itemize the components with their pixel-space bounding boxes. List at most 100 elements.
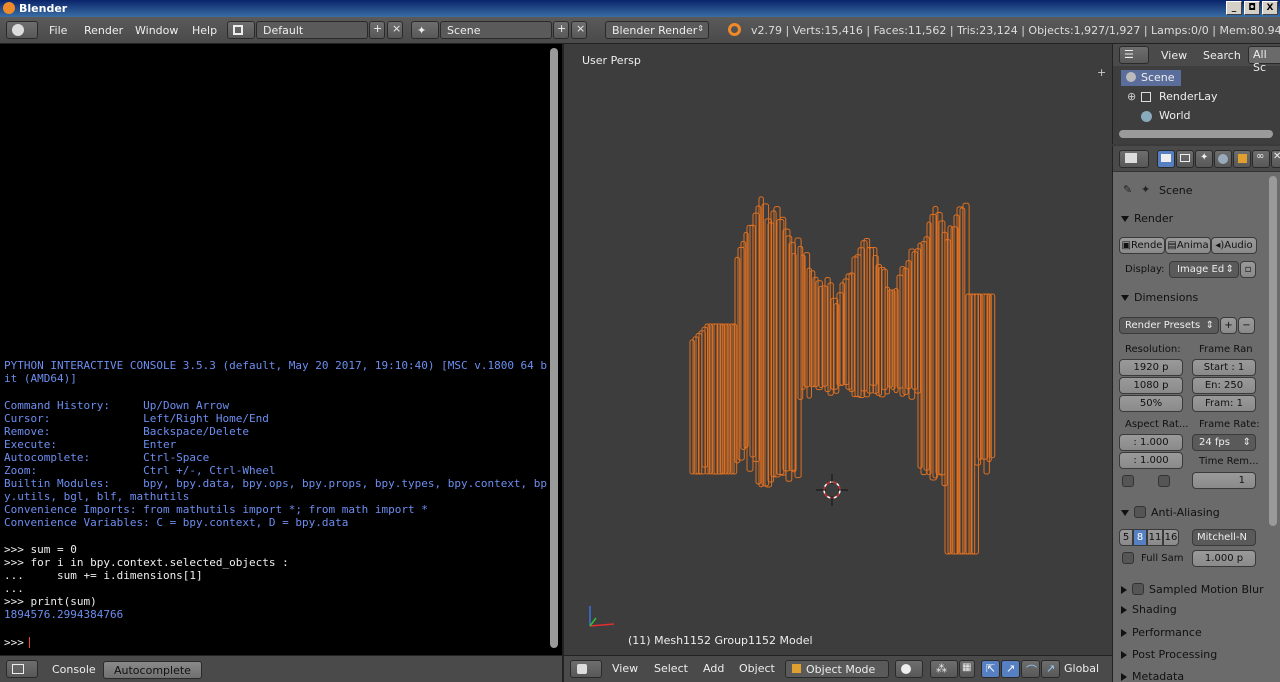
cube-icon <box>1238 154 1247 163</box>
display-mode-select[interactable]: All Sc <box>1248 46 1280 74</box>
aa-samples-5[interactable]: 5 <box>1119 529 1133 546</box>
outliner-menu-search[interactable]: Search <box>1203 49 1241 62</box>
render-presets-select[interactable]: Render Presets ⇕ <box>1119 317 1219 334</box>
tab-modifiers[interactable]: ✕ <box>1271 150 1280 168</box>
mode-select[interactable]: Object Mode <box>785 660 889 678</box>
scene-icon: ✦ <box>1141 183 1151 196</box>
frame-end-field[interactable]: En: 250 <box>1192 377 1256 394</box>
add-preset-button[interactable]: + <box>1220 317 1237 334</box>
lock-display-button[interactable]: ▫ <box>1240 261 1256 278</box>
frame-step-field[interactable]: Fram: 1 <box>1192 395 1256 412</box>
panel-metadata-header[interactable]: Metadata <box>1113 666 1263 682</box>
manipulator-toggle[interactable]: ▦ <box>959 660 975 678</box>
tab-console[interactable]: Console <box>42 661 106 679</box>
remove-preset-button[interactable]: − <box>1238 317 1255 334</box>
editor-type-info-button[interactable] <box>6 21 38 39</box>
aspect-x-field[interactable]: : 1.000 <box>1119 434 1183 451</box>
tab-autocomplete[interactable]: Autocomplete <box>103 661 202 679</box>
scene-field[interactable]: Scene <box>440 21 552 39</box>
time-remap-field[interactable]: 1 <box>1192 472 1256 489</box>
menu-file[interactable]: File <box>49 24 67 37</box>
tab-object[interactable] <box>1233 150 1251 168</box>
menu-select[interactable]: Select <box>654 662 688 675</box>
resolution-percent-field[interactable]: 50% <box>1119 395 1183 412</box>
menu-render[interactable]: Render <box>84 24 123 37</box>
render-button[interactable]: ▣Rende <box>1119 237 1165 254</box>
tab-world[interactable] <box>1214 150 1232 168</box>
frame-start-field[interactable]: Start : 1 <box>1192 359 1256 376</box>
display-select[interactable]: Image Ed ⇕ <box>1169 261 1239 278</box>
audio-button[interactable]: ◂)Audio <box>1211 237 1257 254</box>
panel-render-header[interactable]: Render <box>1113 208 1263 230</box>
resolution-x-field[interactable]: 1920 p <box>1119 359 1183 376</box>
solid-sphere-icon <box>901 664 911 674</box>
add-layout-button[interactable]: + <box>369 21 385 39</box>
menu-help[interactable]: Help <box>192 24 217 37</box>
panel-dimensions-header[interactable]: Dimensions <box>1113 287 1263 309</box>
properties-scrollbar[interactable] <box>1269 176 1277 526</box>
rotate-arc-toggle[interactable]: ⌒ <box>1021 660 1040 678</box>
menu-view[interactable]: View <box>612 662 638 675</box>
aspect-y-field[interactable]: : 1.000 <box>1119 452 1183 469</box>
aa-samples-16[interactable]: 16 <box>1163 529 1179 546</box>
aa-samples-8[interactable]: 8 <box>1133 529 1147 546</box>
panel-post-processing-header[interactable]: Post Processing <box>1113 644 1263 666</box>
console-footer: Console Autocomplete <box>0 655 562 682</box>
minimize-button[interactable]: _ <box>1226 1 1242 15</box>
aa-filter-select[interactable]: Mitchell-N <box>1192 529 1256 546</box>
full-sample-checkbox[interactable] <box>1122 552 1134 564</box>
panel-motion-blur-header[interactable]: Sampled Motion Blur <box>1113 577 1280 599</box>
resolution-y-field[interactable]: 1080 p <box>1119 377 1183 394</box>
animation-button[interactable]: ▤Anima <box>1165 237 1211 254</box>
shading-select[interactable] <box>895 660 923 678</box>
editor-type-properties-button[interactable] <box>1119 150 1149 168</box>
aa-samples-11[interactable]: 11 <box>1147 529 1163 546</box>
screen-layout-icon-button[interactable] <box>227 21 255 39</box>
python-console[interactable]: PYTHON INTERACTIVE CONSOLE 3.5.3 (defaul… <box>0 44 562 655</box>
editor-type-console-button[interactable] <box>6 660 38 678</box>
console-prompt[interactable]: >>> <box>4 636 31 649</box>
anti-aliasing-checkbox[interactable] <box>1134 506 1146 518</box>
remove-scene-button[interactable]: × <box>571 21 587 39</box>
tab-constraints[interactable]: ∞ <box>1252 150 1270 168</box>
rotate-toggle[interactable]: ↗ <box>1001 660 1020 678</box>
panel-shading-header[interactable]: Shading <box>1113 599 1263 621</box>
pin-icon[interactable]: ✎ <box>1123 183 1132 196</box>
menu-object[interactable]: Object <box>739 662 775 675</box>
add-scene-button[interactable]: + <box>553 21 569 39</box>
border-checkbox[interactable] <box>1122 475 1134 487</box>
tab-render-layers[interactable] <box>1176 150 1194 168</box>
editor-type-outliner-button[interactable]: ☰ <box>1119 46 1149 64</box>
outliner-item-label: Scene <box>1141 71 1175 84</box>
editor-type-3d-button[interactable] <box>570 660 602 678</box>
panel-performance-header[interactable]: Performance <box>1113 622 1263 644</box>
orientation-select[interactable]: Global <box>1064 662 1099 675</box>
scale-toggle[interactable]: ↗ <box>1041 660 1060 678</box>
crop-checkbox[interactable] <box>1158 475 1170 487</box>
screen-layout-field[interactable]: Default <box>256 21 368 39</box>
panel-title: Performance <box>1132 626 1202 639</box>
frame-rate-select[interactable]: 24 fps ⇕ <box>1192 434 1256 451</box>
tab-scene[interactable]: ✦ <box>1195 150 1213 168</box>
help-line: Convenience Imports: from mathutils impo… <box>4 503 428 516</box>
remove-layout-button[interactable]: × <box>387 21 403 39</box>
outliner[interactable]: ☰ View Search All Sc Scene ⊕ RenderLay W… <box>1112 44 1280 144</box>
3d-viewport[interactable]: User Persp + (11) Mesh1152 Group1152 Mod… <box>564 44 1112 655</box>
menu-window[interactable]: Window <box>135 24 178 37</box>
motion-blur-checkbox[interactable] <box>1132 583 1144 595</box>
console-scrollbar[interactable] <box>550 48 558 648</box>
properties-editor[interactable]: ✦ ∞ ✕ ✎ ✦ Scene Render ▣Rende ▤Anima ◂)A… <box>1112 146 1280 682</box>
outliner-menu-view[interactable]: View <box>1161 49 1187 62</box>
render-engine-select[interactable]: Blender Render ⇕ <box>605 21 709 39</box>
close-button[interactable]: X <box>1262 1 1278 15</box>
outliner-item-scene[interactable]: Scene <box>1121 70 1181 86</box>
maximize-button[interactable]: ◘ <box>1244 1 1260 15</box>
pivot-select[interactable]: ⁂ <box>930 660 958 678</box>
filter-size-field[interactable]: 1.000 p <box>1192 550 1256 567</box>
menu-add[interactable]: Add <box>703 662 724 675</box>
outliner-scrollbar[interactable] <box>1119 130 1273 138</box>
translate-toggle[interactable]: ⇱ <box>981 660 1000 678</box>
panel-anti-aliasing-header[interactable]: Anti-Aliasing <box>1113 500 1263 522</box>
scene-icon-button[interactable]: ✦ <box>411 21 439 39</box>
tab-render[interactable] <box>1157 150 1175 168</box>
